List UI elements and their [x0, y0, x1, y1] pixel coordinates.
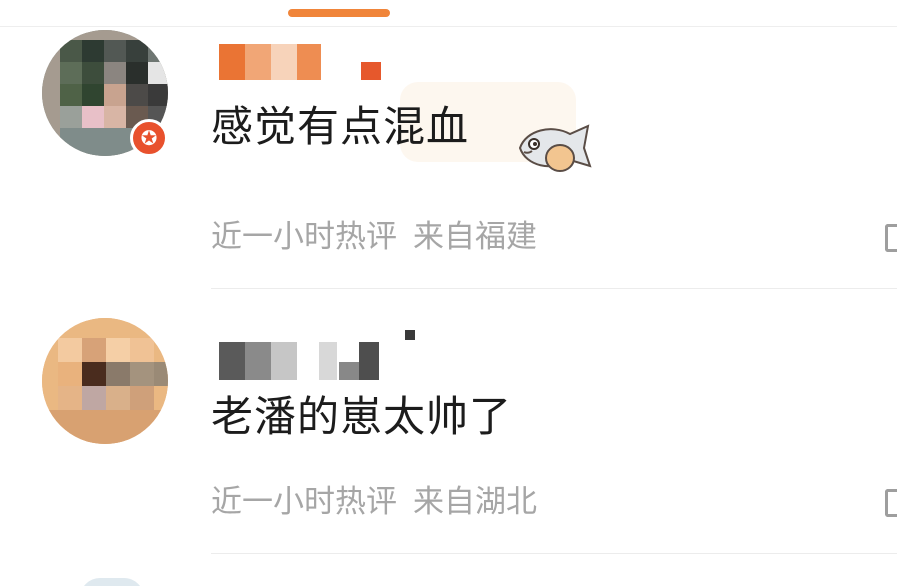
username-pixel — [361, 62, 381, 80]
avatar-pixel — [104, 106, 126, 128]
avatar-pixel — [106, 362, 130, 386]
username-blurred[interactable] — [219, 330, 429, 382]
avatar-pixel — [42, 410, 168, 444]
avatar-pixel — [130, 386, 154, 410]
avatar-pixel — [58, 362, 82, 386]
username-pixel — [271, 342, 297, 380]
avatar-pixel — [60, 106, 82, 128]
avatar-pixel — [82, 386, 106, 410]
username-pixel — [319, 342, 337, 380]
avatar[interactable] — [42, 318, 168, 444]
avatar-pixel — [60, 40, 82, 62]
fish-sticker-icon — [518, 124, 592, 172]
avatar-pixel — [82, 40, 104, 62]
avatar-pixel — [104, 40, 126, 62]
avatar-pixel — [82, 338, 106, 362]
avatar-pixel — [58, 386, 82, 410]
comment-meta: 近一小时热评 来自福建 — [211, 222, 537, 253]
comment-divider — [211, 288, 897, 289]
username-pixel — [219, 44, 245, 80]
avatar-pixel — [82, 362, 106, 386]
region-label: 来自福建 — [413, 219, 537, 255]
avatar-pixel — [82, 106, 104, 128]
comment-text: 感觉有点混血 — [211, 102, 470, 151]
username-blurred[interactable] — [219, 44, 389, 82]
avatar-pixel — [104, 84, 126, 106]
avatar-pixel — [106, 338, 130, 362]
avatar-pixel — [60, 84, 82, 106]
username-pixel — [359, 342, 379, 380]
avatar-pixel — [130, 362, 154, 386]
verified-badge-icon: ✪ — [130, 119, 168, 157]
username-pixel — [405, 330, 415, 340]
avatar-pixel — [82, 62, 104, 84]
username-pixel — [271, 44, 297, 80]
avatar-pixel — [130, 338, 154, 362]
comment-text: 老潘的崽太帅了 — [211, 392, 513, 441]
avatar-pixel — [126, 84, 148, 106]
region-label: 来自湖北 — [413, 484, 537, 520]
username-pixel — [297, 44, 321, 80]
tab-indicator — [288, 9, 390, 17]
username-pixel — [219, 342, 245, 380]
username-pixel — [245, 44, 271, 80]
avatar[interactable] — [80, 578, 144, 586]
avatar-pixel — [82, 84, 104, 106]
reply-icon[interactable] — [885, 224, 897, 252]
avatar-pixel — [148, 62, 168, 84]
avatar-pixel — [60, 62, 82, 84]
avatar-pixel — [104, 62, 126, 84]
avatar-pixel — [148, 40, 168, 62]
hot-time-label: 近一小时热评 — [211, 219, 397, 255]
avatar-pixel — [126, 40, 148, 62]
avatar-pixel — [106, 386, 130, 410]
top-divider — [0, 26, 897, 27]
comment-feed: ✪ 感觉有点混血 近一小时热评 来自福建 老潘的崽太帅了 近一小时热评 来自湖北 — [0, 0, 897, 586]
avatar-pixel — [126, 62, 148, 84]
comment-meta: 近一小时热评 来自湖北 — [211, 487, 537, 518]
username-pixel — [245, 342, 271, 380]
avatar-pixel — [58, 338, 82, 362]
avatar-pixel — [148, 84, 168, 106]
hot-time-label: 近一小时热评 — [211, 484, 397, 520]
avatar-pixel — [154, 362, 168, 386]
reply-icon[interactable] — [885, 489, 897, 517]
username-pixel — [339, 362, 359, 380]
comment-divider — [211, 553, 897, 554]
